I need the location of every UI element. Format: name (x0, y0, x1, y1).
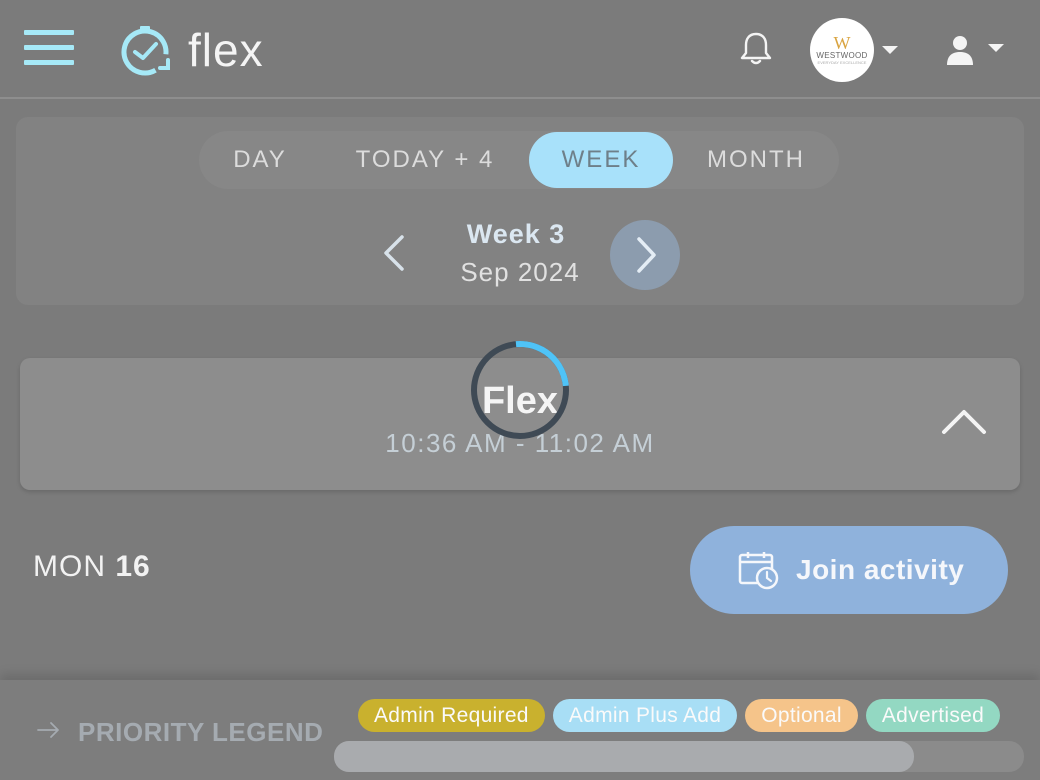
tab-month[interactable]: MONTH (673, 132, 839, 188)
organization-avatar[interactable]: W WESTWOOD EVERYDAY EXCELLENCE (810, 18, 874, 82)
legend-chip-admin-required: Admin Required (358, 699, 545, 732)
legend-chip-admin-plus-add: Admin Plus Add (552, 699, 738, 732)
day-heading: MON 16 (33, 550, 151, 584)
arrow-right-icon (37, 722, 59, 738)
week-title: Week 3 (466, 219, 566, 249)
legend-chips: Admin Required Admin Plus Add Optional Adve… (358, 699, 1024, 733)
join-activity-label: Join activity (796, 554, 965, 585)
menu-icon[interactable] (24, 30, 74, 68)
tab-day[interactable]: DAY (199, 132, 321, 188)
tab-today-plus-4[interactable]: TODAY + 4 (321, 132, 529, 188)
period-selector-panel: DAY TODAY + 4 WEEK MONTH Week 3 Sep 2024 (16, 117, 1024, 305)
legend-chip-optional: Optional (745, 699, 858, 732)
app-logo[interactable]: flex (118, 24, 264, 76)
legend-chip-advertised: Advertised (865, 699, 1001, 732)
org-chevron-down-icon[interactable] (882, 46, 898, 54)
chevron-right-icon (637, 237, 656, 273)
stopwatch-logo-icon (121, 26, 170, 76)
week-month-year: Sep 2024 (460, 257, 580, 287)
join-activity-button[interactable]: Join activity (690, 526, 1008, 614)
logo-text: flex (188, 24, 264, 76)
loading-spinner-icon (471, 341, 569, 439)
chevron-up-icon[interactable] (940, 406, 988, 438)
week-navigator: Week 3 Sep 2024 (16, 217, 1024, 297)
day-date: 16 (115, 550, 151, 583)
legend-scrollbar-thumb[interactable] (334, 741, 914, 772)
notification-bell-icon[interactable] (738, 30, 774, 66)
org-initial: W (833, 33, 851, 53)
calendar-clock-icon (738, 552, 779, 590)
priority-legend-bar: PRIORITY LEGEND Admin Required Admin Plus… (0, 680, 1040, 780)
day-weekday: MON (33, 550, 106, 583)
user-icon[interactable] (944, 34, 976, 66)
org-name: WESTWOOD (816, 51, 868, 60)
priority-legend-label: PRIORITY LEGEND (78, 717, 324, 747)
previous-week-chevron-left-icon[interactable] (374, 231, 418, 275)
top-app-bar: flex W WESTWOOD EVERYDAY EXCELLENCE (0, 0, 1040, 99)
tab-week[interactable]: WEEK (529, 132, 673, 188)
period-tabs: DAY TODAY + 4 WEEK MONTH (199, 131, 839, 189)
legend-scrollbar[interactable] (334, 741, 1024, 772)
next-week-button[interactable] (610, 220, 680, 290)
user-chevron-down-icon[interactable] (988, 44, 1004, 52)
org-tagline: EVERYDAY EXCELLENCE (817, 60, 867, 65)
